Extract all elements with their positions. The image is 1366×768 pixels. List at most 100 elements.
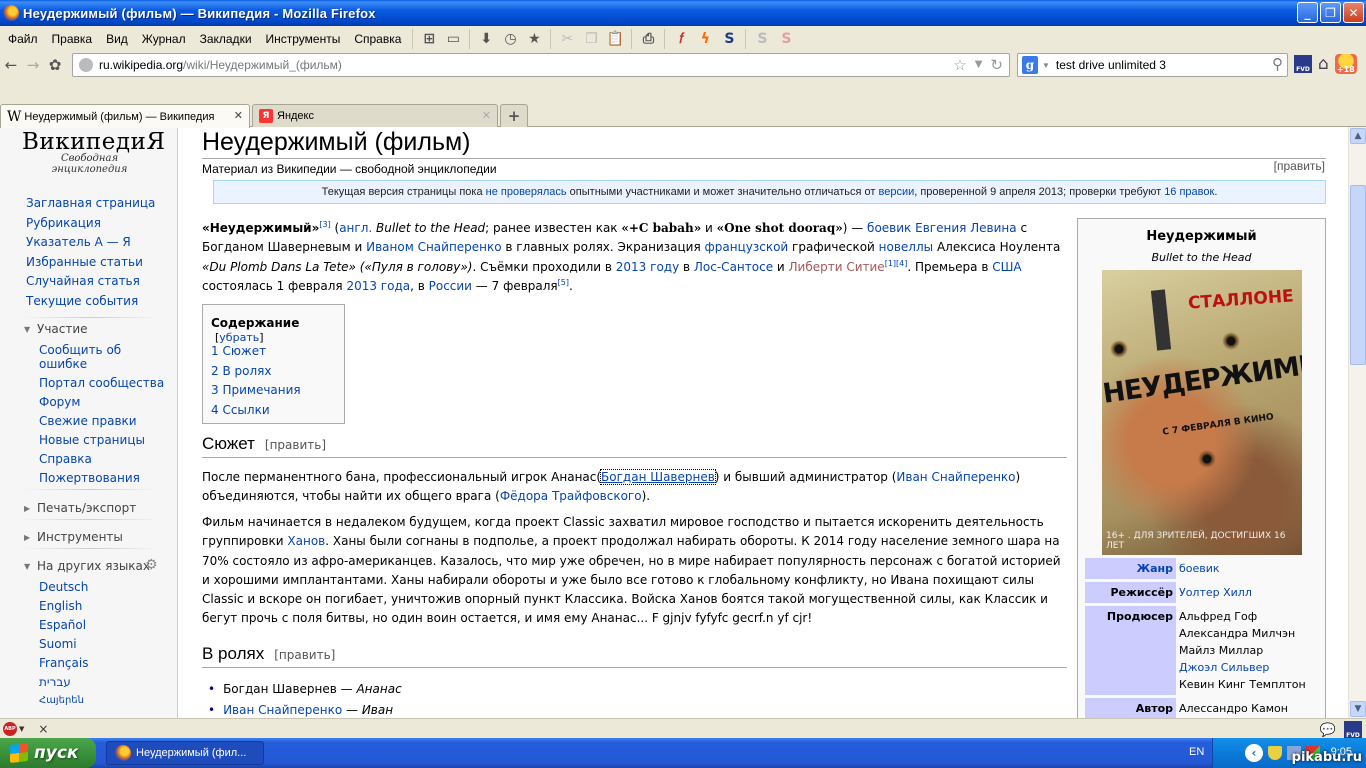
sidebar-item-random[interactable]: Случайная статья	[26, 272, 155, 292]
row-label[interactable]: Жанр	[1085, 558, 1176, 579]
search-input[interactable]: test drive unlimited 3	[1056, 58, 1166, 72]
antivirus-icon[interactable]	[1268, 746, 1282, 760]
sidebar-item-forum[interactable]: Форум	[39, 392, 169, 411]
menu-tools[interactable]: Инструменты	[259, 32, 348, 46]
sidebar-item-categories[interactable]: Рубрикация	[26, 214, 155, 234]
adblock-dropdown-icon[interactable]: ▼	[19, 725, 24, 733]
language-indicator[interactable]: EN	[1189, 746, 1204, 758]
toc-item-links[interactable]: 4 Ссылки	[211, 401, 301, 421]
back-button[interactable]: ←	[0, 56, 22, 74]
lang-francais[interactable]: Français	[39, 653, 169, 672]
reload-icon[interactable]: ↻	[990, 56, 1003, 74]
search-bar[interactable]: g ▼ test drive unlimited 3 ⚲	[1017, 53, 1288, 77]
menu-help[interactable]: Справка	[347, 32, 408, 46]
row-value-link[interactable]: Джоэл Сильвер	[1179, 659, 1322, 676]
tab-close-icon[interactable]: ✕	[482, 109, 491, 122]
dropdown-icon[interactable]: ▼	[975, 56, 983, 74]
tools-heading[interactable]: ▶ Инструменты	[24, 530, 123, 544]
link-russia[interactable]: России	[429, 279, 472, 293]
sidebar-item-current-events[interactable]: Текущие события	[26, 292, 155, 312]
row-value[interactable]: Уолтер Хилл	[1179, 586, 1252, 599]
wikipedia-logo[interactable]: ВикипедиЯ Свободная энциклопедия	[22, 129, 165, 175]
menu-file[interactable]: Файл	[0, 32, 45, 46]
link-liberty-city[interactable]: Либерти Ситие	[789, 260, 885, 274]
new-tab-icon[interactable]: ⊞	[420, 30, 438, 48]
link-usa[interactable]: США	[992, 260, 1021, 274]
adblock-icon[interactable]: ABP	[3, 721, 17, 736]
weather-icon[interactable]: +18	[1334, 54, 1357, 74]
vertical-scrollbar[interactable]: ▲ ▼	[1348, 127, 1366, 718]
pending-edits-link[interactable]: 16 правок	[1164, 186, 1214, 198]
menu-view[interactable]: Вид	[99, 32, 135, 46]
sidebar-item-index[interactable]: Указатель А — Я	[26, 233, 155, 253]
toc-item-cast[interactable]: 2 В ролях	[211, 362, 301, 382]
pdf-icon[interactable]: 𝑓	[672, 30, 690, 48]
scroll-up-icon[interactable]: ▲	[1350, 128, 1366, 144]
tab-yandex[interactable]: Я Яндекс ✕	[252, 104, 498, 127]
fvd-icon[interactable]: FVD	[1294, 55, 1312, 73]
sidebar-item-recent-changes[interactable]: Свежие правки	[39, 411, 169, 430]
lang-suomi[interactable]: Suomi	[39, 634, 169, 653]
cut-icon[interactable]: ✂	[558, 30, 576, 48]
forward-button[interactable]: →	[22, 56, 44, 74]
star-icon[interactable]: ☆	[953, 56, 966, 74]
new-tab-button[interactable]: +	[500, 104, 528, 127]
link-ivan-sniper[interactable]: Иван Снайперенко	[896, 470, 1015, 484]
link-2013[interactable]: 2013 году	[616, 260, 679, 274]
sidebar-item-featured[interactable]: Избранные статьи	[26, 253, 155, 273]
lang-armenian[interactable]: Հայերեն	[39, 691, 169, 710]
sync2-icon[interactable]: S	[777, 30, 795, 48]
home-icon[interactable]: ⌂	[1318, 54, 1329, 74]
scroll-down-icon[interactable]: ▼	[1350, 701, 1366, 717]
menu-history[interactable]: Журнал	[135, 32, 193, 46]
not-checked-link[interactable]: не проверялась	[486, 186, 567, 198]
scroll-thumb[interactable]	[1350, 185, 1366, 365]
google-icon[interactable]: g	[1022, 56, 1038, 74]
flash-icon[interactable]: ϟ	[696, 30, 714, 48]
tray-expand-icon[interactable]: ‹	[1245, 744, 1263, 762]
gear-icon[interactable]: ⚙	[145, 557, 158, 573]
taskbar-firefox-button[interactable]: Неудержимый (фил...	[106, 741, 264, 765]
search-icon[interactable]: ⚲	[1272, 55, 1283, 73]
restore-button[interactable]: ❐	[1320, 2, 1341, 23]
ref-1-4[interactable]: [1][4]	[885, 259, 908, 268]
sidebar-item-new-pages[interactable]: Новые страницы	[39, 430, 169, 449]
link-ivan[interactable]: Иваном Снайперенко	[366, 240, 502, 254]
link-fedor[interactable]: Фёдора Трайфовского	[500, 489, 642, 503]
lang-deutsch[interactable]: Deutsch	[39, 577, 169, 596]
link-french[interactable]: французской	[705, 240, 789, 254]
link-action[interactable]: боевик	[867, 221, 911, 235]
tab-wikipedia[interactable]: W Неудержимый (фильм) — Википедия ✕	[0, 104, 250, 128]
start-button[interactable]: пуск	[0, 738, 96, 768]
menu-bookmarks[interactable]: Закладки	[193, 32, 259, 46]
link-levin[interactable]: Евгения Левина	[915, 221, 1017, 235]
tab-close-icon[interactable]: ✕	[234, 109, 243, 122]
link-khans[interactable]: Ханов	[287, 534, 325, 548]
link-bogdan[interactable]: Богдан Шавернев	[600, 469, 716, 485]
sidebar-item-help[interactable]: Справка	[39, 449, 169, 468]
sidebar-item-report-error[interactable]: Сообщить об ошибке	[39, 340, 169, 373]
lang-espanol[interactable]: Español	[39, 615, 169, 634]
participation-heading[interactable]: ▼ Участие	[24, 322, 88, 336]
toc-item-plot[interactable]: 1 Сюжет	[211, 342, 301, 362]
bookmarks-icon[interactable]: ★	[525, 30, 543, 48]
minimize-button[interactable]: _	[1297, 2, 1318, 23]
history-icon[interactable]: ◷	[501, 30, 519, 48]
surfing-icon[interactable]: S	[720, 30, 738, 48]
languages-heading[interactable]: ▼ На других языках	[24, 559, 150, 573]
sidebar-item-main-page[interactable]: Заглавная страница	[26, 194, 155, 214]
row-value[interactable]: боевик	[1179, 562, 1220, 575]
ref-5[interactable]: [5]	[558, 278, 569, 287]
addon-bar-close-icon[interactable]: ×	[38, 722, 48, 736]
fvd-icon[interactable]: FVD	[1344, 721, 1362, 739]
url-bar[interactable]: ru.wikipedia.org /wiki/Неудержимый_(филь…	[72, 53, 1010, 77]
print-export-heading[interactable]: ▶ Печать/экспорт	[24, 501, 136, 515]
sidebar-item-community-portal[interactable]: Портал сообщества	[39, 373, 169, 392]
addon-icon[interactable]: ✿	[44, 56, 66, 74]
link-english[interactable]: англ.	[339, 221, 372, 235]
close-button[interactable]: ✕	[1343, 2, 1364, 23]
engine-dropdown-icon[interactable]: ▼	[1042, 61, 1050, 70]
edit-page-link[interactable]: [править]	[1274, 159, 1325, 173]
lang-hebrew[interactable]: עברית	[39, 672, 169, 691]
copy-icon[interactable]: ❐	[582, 30, 600, 48]
